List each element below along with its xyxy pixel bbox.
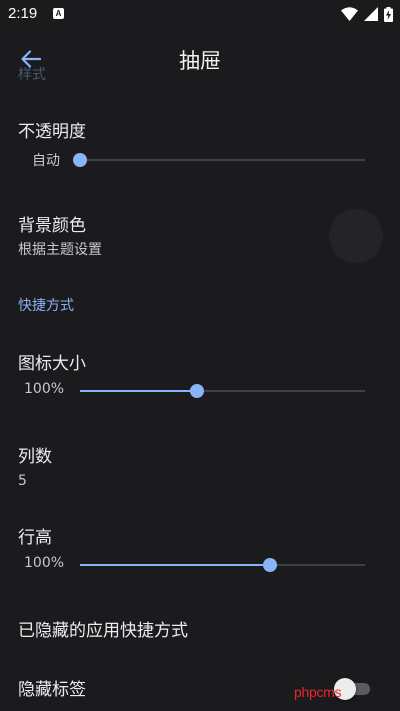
opacity-slider-thumb[interactable] <box>73 153 87 167</box>
columns-setting[interactable]: 列数 5 <box>18 446 400 491</box>
icon-size-slider[interactable] <box>80 384 365 398</box>
icon-size-title: 图标大小 <box>18 354 86 374</box>
page-title: 抽屉 <box>179 49 221 73</box>
icon-size-slider-label: 100% <box>24 381 65 397</box>
status-icons <box>341 6 393 22</box>
section-header-shortcuts: 快捷方式 <box>18 298 74 314</box>
row-height-slider-thumb[interactable] <box>262 558 277 572</box>
icon-size-slider-row: 100% <box>0 379 400 403</box>
cell-signal-icon <box>364 7 378 21</box>
hidden-apps-title: 已隐藏的应用快捷方式 <box>18 621 188 641</box>
columns-value: 5 <box>18 473 27 489</box>
opacity-slider-label: 自动 <box>32 153 60 169</box>
row-height-title: 行高 <box>18 528 52 548</box>
wifi-icon <box>341 7 358 21</box>
background-color-title: 背景颜色 <box>18 216 86 236</box>
status-bar: 2:19 A <box>0 0 400 28</box>
icon-size-setting: 图标大小 <box>18 353 400 375</box>
row-height-setting: 行高 <box>18 527 400 549</box>
color-swatch[interactable] <box>329 209 383 263</box>
row-height-slider-label: 100% <box>24 555 65 571</box>
row-height-slider[interactable] <box>80 558 365 572</box>
background-color-setting[interactable]: 背景颜色 根据主题设置 <box>18 215 320 260</box>
app-bar: 抽屉 <box>0 28 400 86</box>
icon-size-slider-fill <box>80 390 197 392</box>
row-height-slider-row: 100% <box>0 553 400 577</box>
watermark: phpcms <box>294 684 342 700</box>
opacity-slider-row: 自动 <box>0 148 400 172</box>
status-time: 2:19 <box>8 5 38 22</box>
opacity-slider[interactable] <box>73 153 365 167</box>
background-color-summary: 根据主题设置 <box>18 242 102 258</box>
opacity-setting: 不透明度 <box>18 121 400 143</box>
battery-charging-icon <box>384 6 393 22</box>
opacity-title: 不透明度 <box>18 122 86 142</box>
section-header-style: 样式 <box>18 67 46 83</box>
columns-title: 列数 <box>18 447 52 467</box>
hide-labels-setting[interactable]: 隐藏标签 <box>18 679 320 701</box>
row-height-slider-fill <box>80 564 270 566</box>
notification-icon: A <box>53 8 64 19</box>
hidden-apps-setting[interactable]: 已隐藏的应用快捷方式 <box>18 620 400 642</box>
hide-labels-title: 隐藏标签 <box>18 680 86 700</box>
icon-size-slider-thumb[interactable] <box>189 384 204 398</box>
